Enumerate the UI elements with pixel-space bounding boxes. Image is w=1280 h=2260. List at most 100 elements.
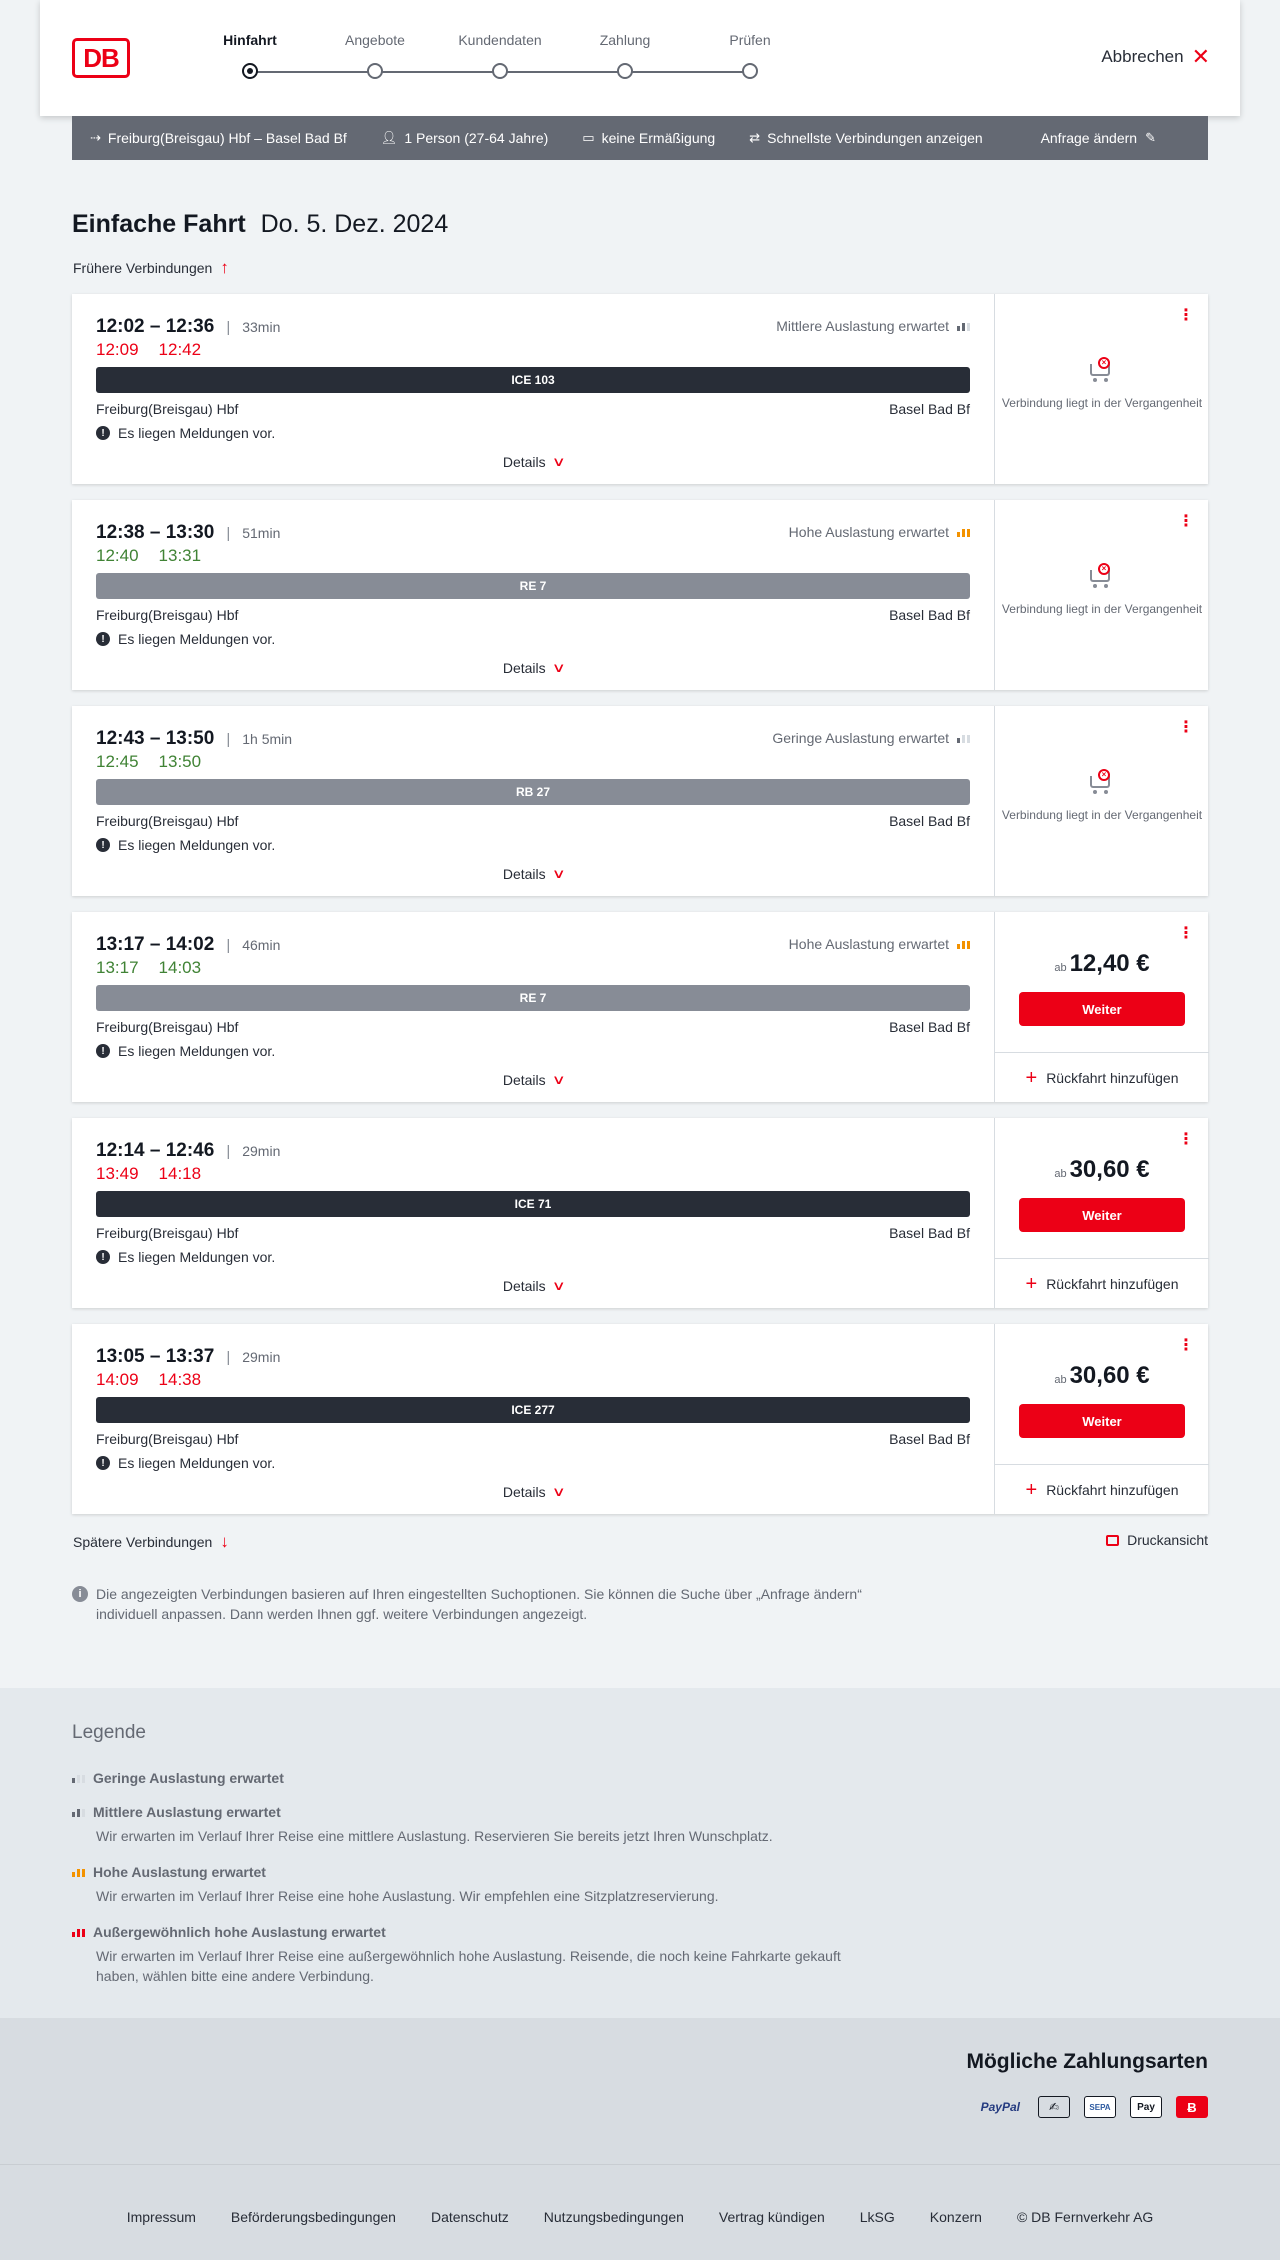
journey-message[interactable]: ! Es liegen Meldungen vor. xyxy=(96,425,275,441)
journey-message[interactable]: ! Es liegen Meldungen vor. xyxy=(96,837,275,853)
past-connection-note: × Verbindung liegt in der Vergangenheit xyxy=(995,562,1209,617)
realtime-times: 13:49 14:18 xyxy=(96,1164,221,1184)
apple-pay-label: Pay xyxy=(1137,2101,1155,2113)
journey-message[interactable]: ! Es liegen Meldungen vor. xyxy=(96,1043,275,1059)
footer-link-impressum[interactable]: Impressum xyxy=(127,2209,196,2225)
route-arrow-icon: ⇢ xyxy=(90,130,101,145)
journey-main: 13:17 – 14:02 | 46min Hohe Auslastung er… xyxy=(96,912,970,1102)
step-pruefen: Prüfen xyxy=(680,32,820,79)
message-text: Es liegen Meldungen vor. xyxy=(118,425,276,441)
legend-item-desc: Wir erwarten im Verlauf Ihrer Reise eine… xyxy=(96,1948,841,1984)
load-indicator: Geringe Auslastung erwartet xyxy=(772,730,970,746)
step-label: Angebote xyxy=(345,32,405,48)
footer-link-nutzungsbedingungen[interactable]: Nutzungsbedingungen xyxy=(544,2209,684,2225)
footer-link-konzern[interactable]: Konzern xyxy=(930,2209,982,2225)
details-toggle[interactable]: Details ∨ xyxy=(96,1072,970,1088)
train-bar[interactable]: RE 7 xyxy=(96,573,970,599)
footer-link-datenschutz[interactable]: Datenschutz xyxy=(431,2209,509,2225)
details-toggle[interactable]: Details ∨ xyxy=(96,866,970,882)
train-bar[interactable]: ICE 103 xyxy=(96,367,970,393)
duration: 46min xyxy=(242,937,281,953)
later-connections-link[interactable]: Spätere Verbindungen ↓ xyxy=(73,1532,229,1552)
journey-message[interactable]: ! Es liegen Meldungen vor. xyxy=(96,1249,275,1265)
train-bar[interactable]: RB 27 xyxy=(96,779,970,805)
details-toggle[interactable]: Details ∨ xyxy=(96,454,970,470)
filter-icon: ⇄ xyxy=(749,130,761,145)
duration: 1h 5min xyxy=(242,731,293,747)
print-view-link[interactable]: Druckansicht xyxy=(1106,1532,1208,1548)
price-box: ab 30,60 € Weiter xyxy=(995,1118,1209,1258)
journey-card: 12:43 – 13:50 | 1h 5min Geringe Auslastu… xyxy=(72,706,1208,896)
search-info-note: i Die angezeigten Verbindungen basieren … xyxy=(72,1584,872,1624)
return-label: Rückfahrt hinzufügen xyxy=(1046,1481,1179,1498)
realtime-times: 12:09 12:42 xyxy=(96,340,221,360)
discount-summary[interactable]: ▭ keine Ermäßigung xyxy=(582,130,715,146)
journey-times: 12:14 – 12:46 | 29min xyxy=(96,1140,280,1162)
step-label: Prüfen xyxy=(729,32,771,48)
details-toggle[interactable]: Details ∨ xyxy=(96,1278,970,1294)
weiter-button[interactable]: Weiter xyxy=(1019,992,1185,1026)
return-label: Rückfahrt hinzufügen xyxy=(1046,1069,1179,1086)
past-text: Verbindung liegt in der Vergangenheit xyxy=(1001,396,1203,410)
load-indicator: Hohe Auslastung erwartet xyxy=(789,524,970,540)
earlier-connections-link[interactable]: Frühere Verbindungen ↑ xyxy=(73,258,229,278)
more-options-icon[interactable]: ⋮ xyxy=(1178,514,1194,530)
journey-message[interactable]: ! Es liegen Meldungen vor. xyxy=(96,631,275,647)
message-text: Es liegen Meldungen vor. xyxy=(118,837,276,853)
footer-copyright: © DB Fernverkehr AG xyxy=(1016,2209,1154,2225)
past-text: Verbindung liegt in der Vergangenheit xyxy=(1001,602,1203,616)
details-toggle[interactable]: Details ∨ xyxy=(96,660,970,676)
train-bar[interactable]: ICE 277 xyxy=(96,1397,970,1423)
legend-item-desc: Wir erwarten im Verlauf Ihrer Reise eine… xyxy=(96,1888,719,1904)
realtime-departure: 12:40 xyxy=(96,546,139,565)
occupancy-icon xyxy=(72,1867,85,1877)
weiter-button[interactable]: Weiter xyxy=(1019,1404,1185,1438)
step-label: Kundendaten xyxy=(458,32,542,48)
add-return-button[interactable]: + Rückfahrt hinzufügen xyxy=(995,1464,1209,1514)
footer-link-vertrag-kuendigen[interactable]: Vertrag kündigen xyxy=(719,2209,825,2225)
journey-times: 12:38 – 13:30 | 51min xyxy=(96,522,280,544)
journey-main: 12:43 – 13:50 | 1h 5min Geringe Auslastu… xyxy=(96,706,970,896)
add-return-button[interactable]: + Rückfahrt hinzufügen xyxy=(995,1258,1209,1308)
occupancy-icon xyxy=(957,321,970,331)
filter-summary[interactable]: ⇄ Schnellste Verbindungen anzeigen xyxy=(749,130,983,146)
route-summary[interactable]: ⇢ Freiburg(Breisgau) Hbf – Basel Bad Bf xyxy=(90,130,347,146)
arrow-up-icon: ↑ xyxy=(220,258,229,277)
price: ab 30,60 € xyxy=(995,1156,1209,1184)
train-bar[interactable]: ICE 71 xyxy=(96,1191,970,1217)
db-logo[interactable]: DB xyxy=(72,38,130,78)
search-summary-bar: ⇢ Freiburg(Breisgau) Hbf – Basel Bad Bf … xyxy=(72,116,1208,160)
price-value: 12,40 € xyxy=(1069,950,1150,977)
past-text: Verbindung liegt in der Vergangenheit xyxy=(1001,808,1203,822)
credit-card-icon: ✍ xyxy=(1038,2096,1070,2118)
legend-item: Außergewöhnlich hohe Auslastung erwartet… xyxy=(72,1924,872,1986)
payment-section: Mögliche Zahlungsarten PayPal ✍ SEPA Pay… xyxy=(0,2018,1280,2164)
print-label: Druckansicht xyxy=(1127,1532,1208,1548)
plus-icon: + xyxy=(1025,1478,1038,1501)
footer-link-lksg[interactable]: LkSG xyxy=(860,2209,895,2225)
duration: 29min xyxy=(242,1349,281,1365)
occupancy-icon xyxy=(957,733,970,743)
journey-message[interactable]: ! Es liegen Meldungen vor. xyxy=(96,1455,275,1471)
journey-times: 12:02 – 12:36 | 33min xyxy=(96,316,280,338)
add-return-button[interactable]: + Rückfahrt hinzufügen xyxy=(995,1052,1209,1102)
footer-link-befoerderungsbedingungen[interactable]: Beförderungsbedingungen xyxy=(231,2209,396,2225)
journey-times: 13:17 – 14:02 | 46min xyxy=(96,934,280,956)
journey-card: 13:05 – 13:37 | 29min 14:09 14:38 ICE 277… xyxy=(72,1324,1209,1514)
alert-icon: ! xyxy=(96,632,110,646)
journey-main: 12:14 – 12:46 | 29min 13:49 14:18 ICE 71 … xyxy=(96,1118,970,1308)
weiter-button[interactable]: Weiter xyxy=(1019,1198,1185,1232)
more-options-icon[interactable]: ⋮ xyxy=(1178,308,1194,324)
passenger-summary[interactable]: 👤︎ 1 Person (27-64 Jahre) xyxy=(381,130,548,146)
cancel-button[interactable]: Abbrechen ✕ xyxy=(1101,46,1210,68)
change-request-button[interactable]: Anfrage ändern ✎ xyxy=(1041,130,1156,146)
duration: 51min xyxy=(242,525,281,541)
details-toggle[interactable]: Details ∨ xyxy=(96,1484,970,1500)
step-kundendaten: Kundendaten xyxy=(430,32,570,79)
chevron-down-icon: ∨ xyxy=(551,866,566,881)
chevron-down-icon: ∨ xyxy=(551,1278,566,1293)
train-bar[interactable]: RE 7 xyxy=(96,985,970,1011)
more-options-icon[interactable]: ⋮ xyxy=(1178,720,1194,736)
realtime-arrival: 14:03 xyxy=(158,958,202,977)
price-prefix: ab xyxy=(1054,962,1067,974)
